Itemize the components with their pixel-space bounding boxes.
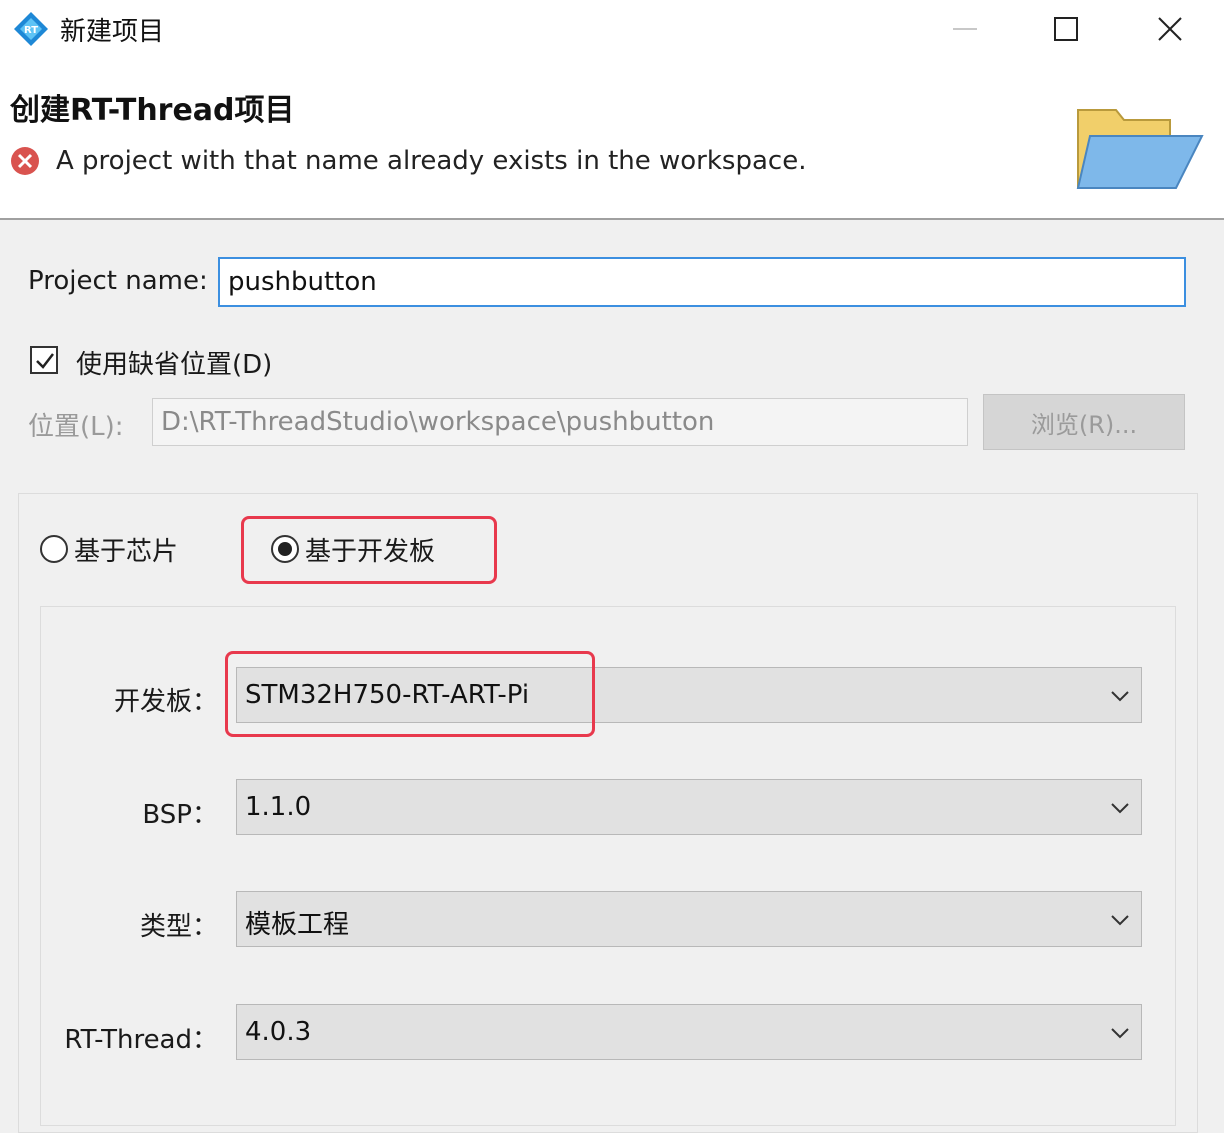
checkmark-icon	[36, 353, 54, 369]
browse-button: 浏览(R)...	[983, 394, 1185, 450]
project-name-input[interactable]	[218, 257, 1186, 307]
svg-text:RT: RT	[24, 25, 38, 36]
folder-icon	[1076, 109, 1204, 189]
board-label: 开发板：	[113, 687, 218, 717]
rt-thread-app-icon: RT	[14, 12, 48, 46]
title-bar: RT 新建项目	[0, 0, 1224, 58]
rtthread-version-select[interactable]: 4.0.3	[236, 1004, 1142, 1060]
chevron-down-icon	[1111, 915, 1129, 926]
highlight-annotation-radio	[241, 516, 497, 584]
wizard-header: 创建RT-Thread项目 A project with that name a…	[0, 58, 1224, 220]
error-message: A project with that name already exists …	[56, 146, 807, 176]
highlight-annotation-board	[225, 651, 595, 737]
chevron-down-icon	[1111, 1028, 1129, 1039]
maximize-icon	[1054, 17, 1078, 41]
rtthread-select-value: 4.0.3	[245, 1017, 312, 1047]
type-select-value: 模板工程	[245, 910, 350, 940]
use-default-location-label[interactable]: 使用缺省位置(D)	[76, 344, 272, 381]
bsp-select-value: 1.1.0	[245, 792, 312, 822]
maximize-button[interactable]	[1016, 0, 1116, 58]
window-title: 新建项目	[60, 17, 165, 47]
bsp-select[interactable]: 1.1.0	[236, 779, 1142, 835]
radio-based-on-chip[interactable]	[40, 535, 68, 563]
minimize-icon	[953, 28, 977, 30]
page-title: 创建RT-Thread项目	[10, 93, 295, 128]
type-select[interactable]: 模板工程	[236, 891, 1142, 947]
location-input	[152, 398, 968, 446]
project-name-label: Project name:	[28, 266, 208, 296]
close-icon	[1158, 17, 1182, 41]
chevron-down-icon	[1111, 691, 1129, 702]
rtthread-label: RT-Thread：	[64, 1025, 218, 1055]
error-icon	[11, 147, 39, 175]
use-default-location-checkbox[interactable]	[30, 346, 58, 374]
type-label: 类型：	[139, 912, 218, 942]
radio-based-on-chip-label[interactable]: 基于芯片	[74, 531, 178, 568]
location-label: 位置(L):	[28, 412, 124, 442]
minimize-button[interactable]	[915, 0, 1015, 58]
bsp-label: BSP：	[142, 800, 218, 830]
close-button[interactable]	[1120, 0, 1220, 58]
chevron-down-icon	[1111, 803, 1129, 814]
